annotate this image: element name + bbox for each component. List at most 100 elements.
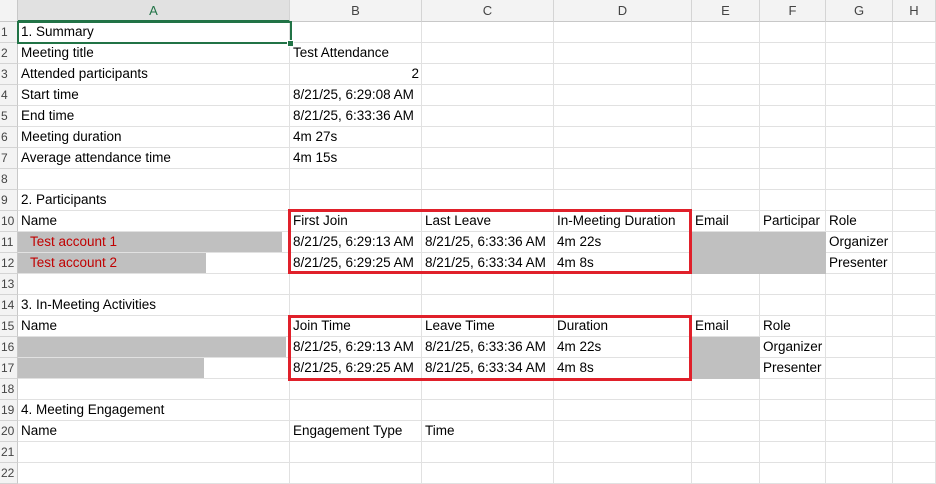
participant-duration[interactable]: 4m 22s <box>554 232 692 253</box>
grid-cell[interactable] <box>760 148 826 169</box>
row-header-20[interactable]: 20 <box>0 421 18 442</box>
grid-cell[interactable] <box>18 169 290 190</box>
row-header-16[interactable]: 16 <box>0 337 18 358</box>
grid-cell[interactable] <box>554 85 692 106</box>
grid-cell[interactable] <box>692 85 760 106</box>
participants-header-participant[interactable]: Participar <box>760 211 826 232</box>
row-header-11[interactable]: 11 <box>0 232 18 253</box>
row-header-6[interactable]: 6 <box>0 127 18 148</box>
grid-cell[interactable] <box>692 148 760 169</box>
grid-cell[interactable] <box>692 127 760 148</box>
meeting-duration-label[interactable]: Meeting duration <box>18 127 290 148</box>
end-time-label[interactable]: End time <box>18 106 290 127</box>
row-header-22[interactable]: 22 <box>0 463 18 484</box>
spreadsheet-grid[interactable]: A B C D E F G H 1 2 3 4 5 6 7 8 9 10 11 12 13 14 15 16 17 18 19 20 2… <box>0 0 936 484</box>
grid-cell[interactable] <box>422 190 554 211</box>
grid-cell[interactable] <box>893 85 936 106</box>
row-header-2[interactable]: 2 <box>0 43 18 64</box>
grid-cell[interactable] <box>760 22 826 43</box>
grid-cell[interactable] <box>893 316 936 337</box>
grid-cell[interactable] <box>893 190 936 211</box>
row-header-18[interactable]: 18 <box>0 379 18 400</box>
participant-role[interactable]: Presenter <box>826 253 893 274</box>
grid-cell[interactable] <box>554 22 692 43</box>
grid-cell[interactable] <box>692 400 760 421</box>
grid-cell[interactable] <box>290 295 422 316</box>
grid-cell[interactable] <box>893 358 936 379</box>
grid-cell[interactable] <box>554 190 692 211</box>
grid-cell[interactable] <box>554 64 692 85</box>
grid-cell[interactable] <box>893 232 936 253</box>
grid-cell[interactable] <box>554 463 692 484</box>
column-header-d[interactable]: D <box>554 0 692 22</box>
row-header-3[interactable]: 3 <box>0 64 18 85</box>
attended-participants-label[interactable]: Attended participants <box>18 64 290 85</box>
grid-cell[interactable] <box>692 295 760 316</box>
activities-header-leave-time[interactable]: Leave Time <box>422 316 554 337</box>
grid-cell[interactable] <box>422 85 554 106</box>
grid-cell[interactable] <box>692 43 760 64</box>
grid-cell[interactable] <box>760 379 826 400</box>
column-header-b[interactable]: B <box>290 0 422 22</box>
row-header-9[interactable]: 9 <box>0 190 18 211</box>
grid-cell[interactable] <box>554 400 692 421</box>
activities-header-name[interactable]: Name <box>18 316 290 337</box>
section-summary-heading[interactable]: 1. Summary <box>18 22 290 43</box>
grid-cell[interactable] <box>893 148 936 169</box>
grid-cell[interactable] <box>554 274 692 295</box>
participants-header-email[interactable]: Email <box>692 211 760 232</box>
grid-cell[interactable] <box>760 190 826 211</box>
grid-cell[interactable] <box>893 463 936 484</box>
activity-role[interactable]: Presenter <box>760 358 826 379</box>
row-header-7[interactable]: 7 <box>0 148 18 169</box>
grid-cell[interactable] <box>760 400 826 421</box>
row-header-8[interactable]: 8 <box>0 169 18 190</box>
participants-header-role[interactable]: Role <box>826 211 893 232</box>
grid-cell[interactable] <box>290 400 422 421</box>
activity-role[interactable]: Organizer <box>760 337 826 358</box>
grid-cell[interactable] <box>826 316 893 337</box>
grid-cell[interactable] <box>826 337 893 358</box>
grid-cell[interactable] <box>422 442 554 463</box>
column-header-a[interactable]: A <box>18 0 290 22</box>
row-header-4[interactable]: 4 <box>0 85 18 106</box>
row-header-1[interactable]: 1 <box>0 22 18 43</box>
grid-cell[interactable] <box>760 127 826 148</box>
grid-cell[interactable] <box>826 400 893 421</box>
row-header-13[interactable]: 13 <box>0 274 18 295</box>
grid-cell[interactable] <box>422 274 554 295</box>
grid-cell[interactable] <box>692 64 760 85</box>
participant-first-join[interactable]: 8/21/25, 6:29:13 AM <box>290 232 422 253</box>
grid-cell[interactable] <box>826 43 893 64</box>
grid-cell[interactable] <box>18 442 290 463</box>
participant-name[interactable]: Test account 2 <box>18 253 290 274</box>
grid-cell[interactable] <box>760 421 826 442</box>
grid-cell[interactable] <box>893 400 936 421</box>
meeting-title-label[interactable]: Meeting title <box>18 43 290 64</box>
fill-handle[interactable] <box>287 40 294 47</box>
activities-header-email[interactable]: Email <box>692 316 760 337</box>
activity-join-time[interactable]: 8/21/25, 6:29:13 AM <box>290 337 422 358</box>
grid-cell[interactable] <box>760 64 826 85</box>
grid-cell[interactable] <box>760 442 826 463</box>
row-header-12[interactable]: 12 <box>0 253 18 274</box>
grid-cell[interactable] <box>893 274 936 295</box>
activity-duration[interactable]: 4m 8s <box>554 358 692 379</box>
grid-cell[interactable] <box>422 106 554 127</box>
row-header-14[interactable]: 14 <box>0 295 18 316</box>
grid-cell[interactable] <box>554 106 692 127</box>
row-header-15[interactable]: 15 <box>0 316 18 337</box>
section-activities-heading[interactable]: 3. In-Meeting Activities <box>18 295 290 316</box>
grid-cell[interactable] <box>422 463 554 484</box>
grid-cell[interactable] <box>893 337 936 358</box>
grid-cell[interactable] <box>893 127 936 148</box>
grid-cell[interactable] <box>826 274 893 295</box>
grid-cell[interactable] <box>554 127 692 148</box>
engagement-header-type[interactable]: Engagement Type <box>290 421 422 442</box>
grid-cell[interactable] <box>826 64 893 85</box>
column-header-c[interactable]: C <box>422 0 554 22</box>
grid-cell[interactable] <box>554 442 692 463</box>
average-attendance-value[interactable]: 4m 15s <box>290 148 422 169</box>
grid-cell[interactable] <box>893 253 936 274</box>
meeting-title-value[interactable]: Test Attendance <box>290 43 422 64</box>
